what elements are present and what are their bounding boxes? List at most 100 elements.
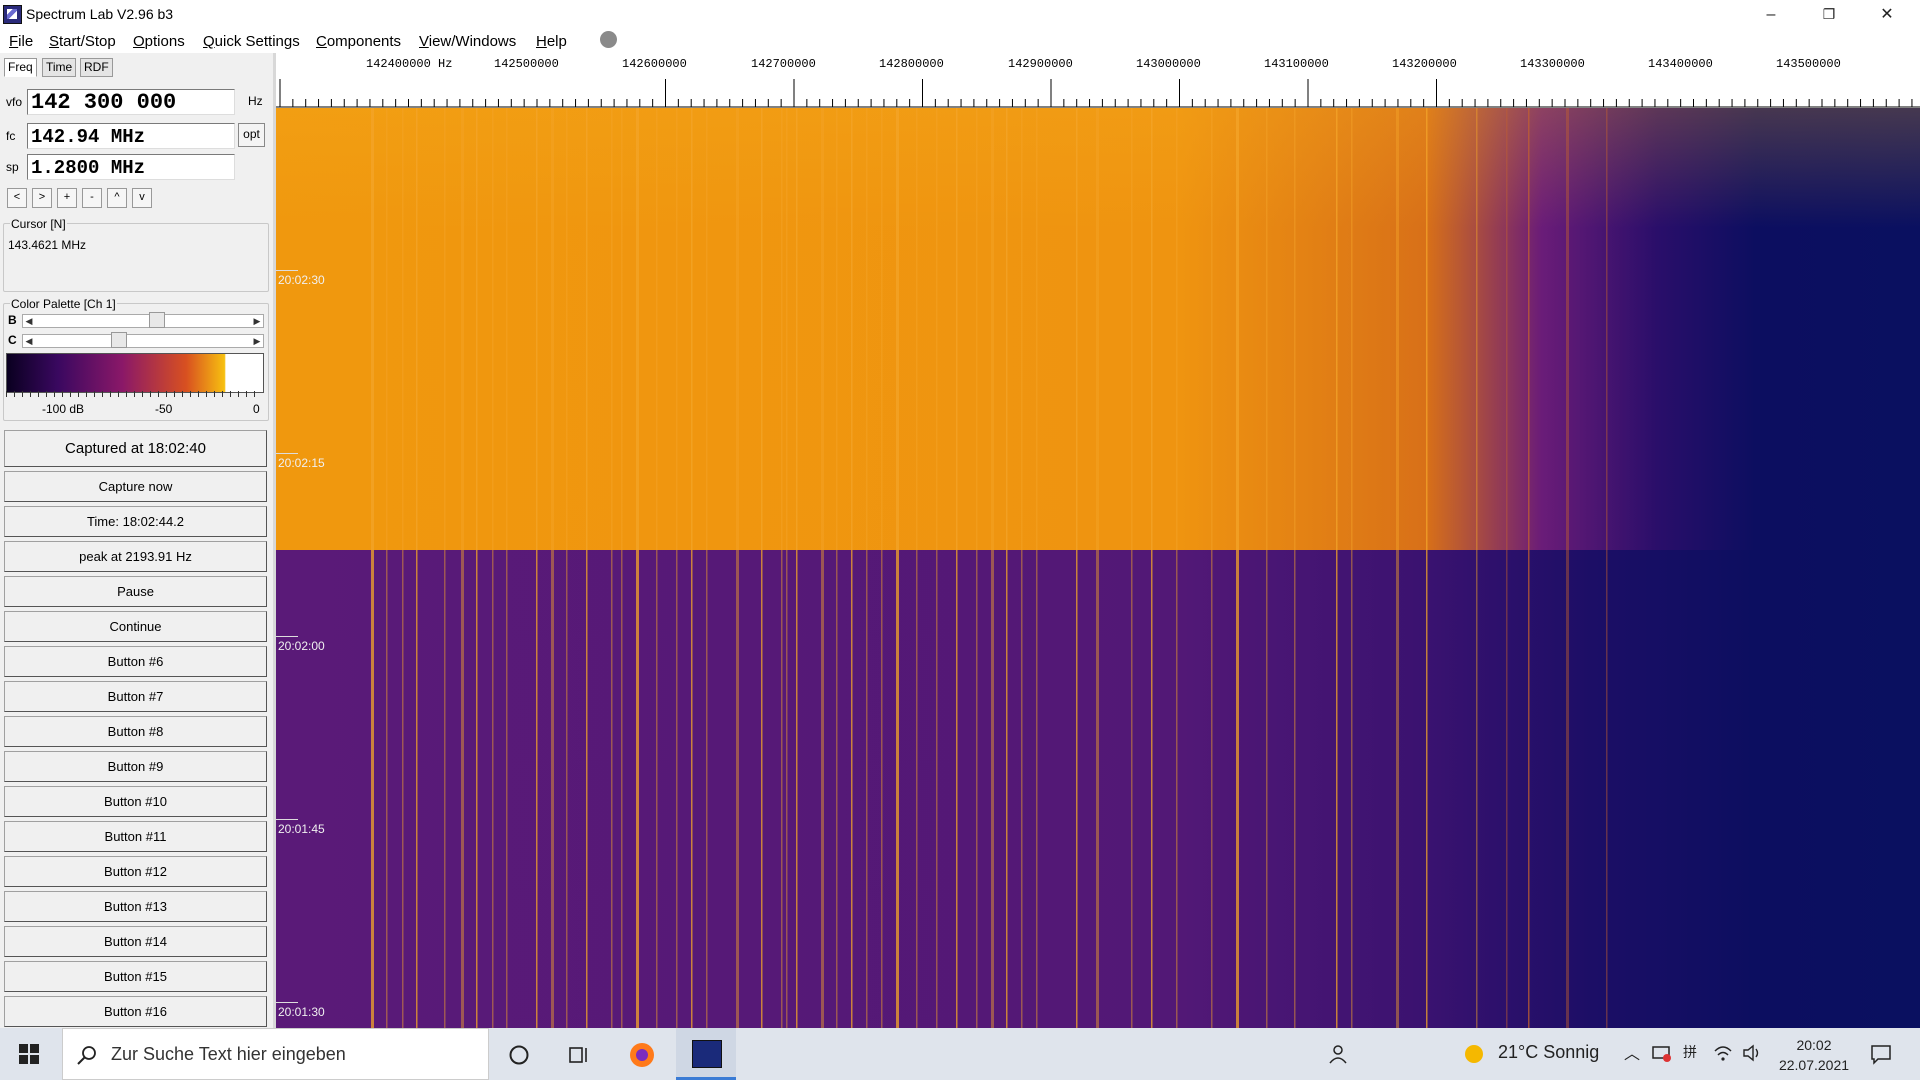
- search-icon: [77, 1046, 96, 1065]
- tab-freq[interactable]: Freq: [4, 58, 37, 77]
- nav-right-button[interactable]: >: [32, 188, 52, 208]
- contrast-slider-thumb[interactable]: [111, 332, 127, 348]
- time-button[interactable]: Time: 18:02:44.2: [4, 506, 267, 537]
- color-palette-title: Color Palette [Ch 1]: [10, 297, 117, 311]
- pause-button[interactable]: Pause: [4, 576, 267, 607]
- waterfall-image: [276, 108, 1920, 1028]
- button-16[interactable]: Button #16: [4, 996, 267, 1027]
- palette-scale-ticks: [6, 391, 262, 397]
- nav-down-button[interactable]: v: [132, 188, 152, 208]
- cursor-title: Cursor [N]: [10, 217, 67, 231]
- notification-icon[interactable]: [1870, 1043, 1892, 1065]
- freq-label: 143500000: [1776, 57, 1841, 71]
- continue-button[interactable]: Continue: [4, 611, 267, 642]
- button-10[interactable]: Button #10: [4, 786, 267, 817]
- clock-date: 22.07.2021: [1778, 1057, 1850, 1073]
- button-11[interactable]: Button #11: [4, 821, 267, 852]
- task-view-icon[interactable]: [568, 1044, 590, 1066]
- close-button[interactable]: ✕: [1858, 0, 1916, 29]
- freq-label: 142400000 Hz: [366, 57, 453, 71]
- time-tick: [276, 1002, 298, 1003]
- time-tick: [276, 453, 298, 454]
- contrast-label: C: [8, 333, 17, 347]
- time-tick: [276, 270, 298, 271]
- minimize-button[interactable]: –: [1742, 0, 1800, 29]
- title-bar: Spectrum Lab V2.96 b3 – ❐ ✕: [0, 0, 1920, 29]
- time-label: 20:02:30: [278, 273, 325, 287]
- freq-label: 142600000: [622, 57, 687, 71]
- nav-up-button[interactable]: ^: [107, 188, 127, 208]
- menu-start-stop[interactable]: Start/Stop: [49, 33, 116, 50]
- button-14[interactable]: Button #14: [4, 926, 267, 957]
- palette-scale-mid: -50: [155, 402, 173, 416]
- button-6[interactable]: Button #6: [4, 646, 267, 677]
- time-label: 20:02:15: [278, 456, 325, 470]
- frequency-scale[interactable]: 142400000 Hz 142500000 142600000 1427000…: [276, 53, 1920, 108]
- spectrum-lab-app-icon: [3, 5, 22, 24]
- fc-label: fc: [6, 129, 16, 143]
- cursor-group: [3, 223, 269, 292]
- windows-start-icon[interactable]: [19, 1044, 39, 1064]
- slider-right-arrow-icon[interactable]: ▶: [251, 335, 263, 347]
- window-title: Spectrum Lab V2.96 b3: [26, 6, 174, 22]
- button-15[interactable]: Button #15: [4, 961, 267, 992]
- taskbar-search-box[interactable]: Zur Suche Text hier eingeben: [62, 1028, 489, 1080]
- button-8[interactable]: Button #8: [4, 716, 267, 747]
- zoom-out-button[interactable]: -: [82, 188, 102, 208]
- spectrum-lab-taskbar-button[interactable]: [676, 1028, 736, 1080]
- menu-help[interactable]: Help: [536, 33, 567, 50]
- button-7[interactable]: Button #7: [4, 681, 267, 712]
- time-tick: [276, 636, 298, 637]
- peak-button[interactable]: peak at 2193.91 Hz: [4, 541, 267, 572]
- button-12[interactable]: Button #12: [4, 856, 267, 887]
- wifi-icon[interactable]: [1713, 1043, 1733, 1063]
- nav-left-button[interactable]: <: [7, 188, 27, 208]
- opt-button[interactable]: opt: [238, 123, 265, 147]
- menu-bar: File Start/Stop Options Quick Settings C…: [0, 29, 1920, 53]
- network-icon[interactable]: [1651, 1044, 1673, 1064]
- menu-quick-settings[interactable]: Quick Settings: [203, 33, 300, 50]
- captured-at-button[interactable]: Captured at 18:02:40: [4, 430, 267, 467]
- tab-rdf[interactable]: RDF: [80, 58, 113, 77]
- freq-label: 142900000: [1008, 57, 1073, 71]
- ime-icon[interactable]: 拼: [1683, 1042, 1697, 1062]
- menu-view-windows[interactable]: View/Windows: [419, 33, 516, 50]
- brightness-slider-thumb[interactable]: [149, 312, 166, 328]
- spectrum-lab-icon: [692, 1040, 722, 1068]
- weather-text[interactable]: 21°C Sonnig: [1498, 1042, 1599, 1063]
- menu-components[interactable]: Components: [316, 33, 401, 50]
- sp-input[interactable]: 1.2800 MHz: [27, 154, 235, 180]
- palette-scale-min: -100 dB: [42, 402, 85, 416]
- freq-label: 142800000: [879, 57, 944, 71]
- tab-time[interactable]: Time: [42, 58, 77, 77]
- taskbar-clock[interactable]: 20:02 22.07.2021: [1774, 1035, 1854, 1075]
- contrast-slider[interactable]: ◀ ▶: [22, 332, 264, 348]
- weather-sun-icon[interactable]: [1463, 1043, 1485, 1065]
- vfo-input[interactable]: 142 300 000: [27, 89, 235, 115]
- slider-left-arrow-icon[interactable]: ◀: [23, 335, 35, 347]
- freq-label: 143300000: [1520, 57, 1585, 71]
- status-indicator-icon: [600, 31, 617, 48]
- palette-scale-max: 0: [253, 402, 260, 416]
- slider-right-arrow-icon[interactable]: ▶: [251, 315, 263, 327]
- search-placeholder: Zur Suche Text hier eingeben: [111, 1044, 346, 1064]
- volume-icon[interactable]: [1742, 1043, 1764, 1063]
- brightness-slider[interactable]: ◀ ▶: [22, 312, 264, 328]
- menu-file[interactable]: File: [9, 33, 33, 50]
- zoom-in-button[interactable]: +: [57, 188, 77, 208]
- fc-input[interactable]: 142.94 MHz: [27, 123, 235, 149]
- button-13[interactable]: Button #13: [4, 891, 267, 922]
- chevron-up-icon[interactable]: ︿: [1624, 1040, 1640, 1064]
- menu-options[interactable]: Options: [133, 33, 185, 50]
- people-icon[interactable]: [1327, 1043, 1349, 1065]
- time-label: 20:01:45: [278, 822, 325, 836]
- cortana-icon[interactable]: [508, 1044, 530, 1066]
- restore-button[interactable]: ❐: [1800, 0, 1858, 29]
- sp-label: sp: [6, 160, 19, 174]
- taskbar: Zur Suche Text hier eingeben 21°C Sonnig…: [0, 1028, 1920, 1080]
- waterfall-display[interactable]: [276, 108, 1920, 1028]
- firefox-icon[interactable]: [628, 1041, 656, 1069]
- button-9[interactable]: Button #9: [4, 751, 267, 782]
- capture-now-button[interactable]: Capture now: [4, 471, 267, 502]
- slider-left-arrow-icon[interactable]: ◀: [23, 315, 35, 327]
